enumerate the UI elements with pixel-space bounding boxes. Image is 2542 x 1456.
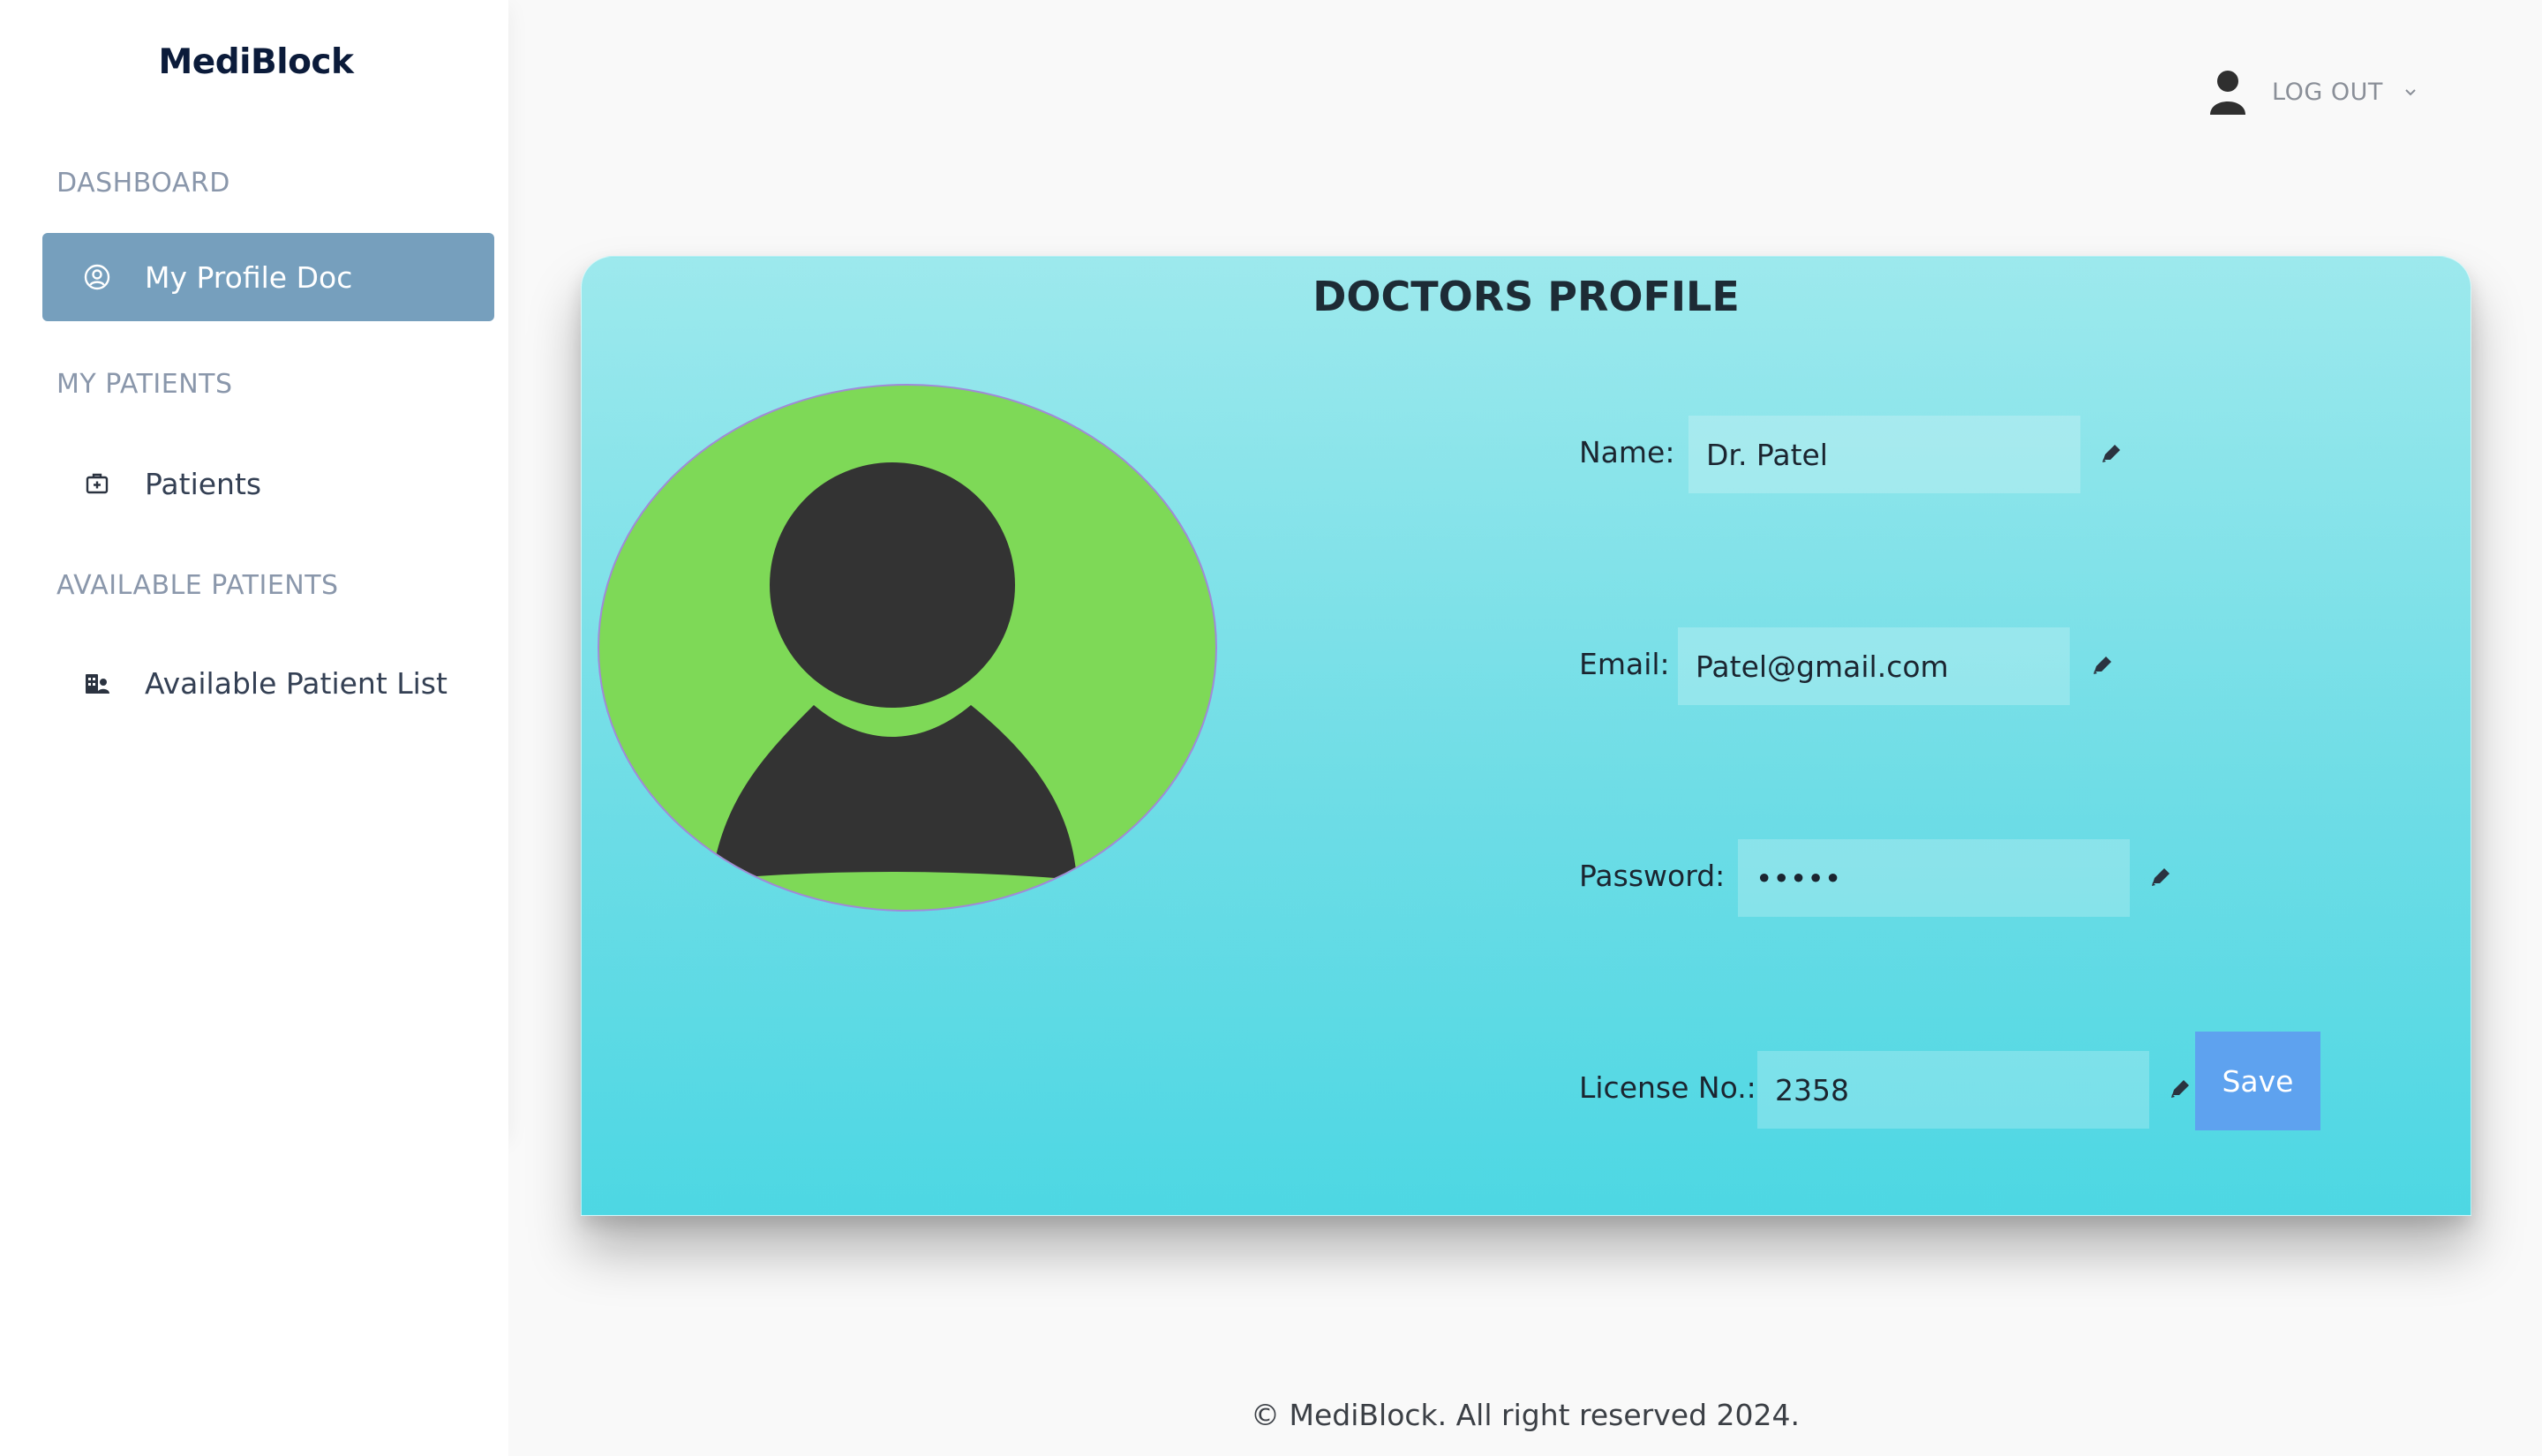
name-label: Name: (1579, 435, 1675, 469)
pencil-icon[interactable] (2149, 866, 2172, 889)
pencil-icon[interactable] (2091, 654, 2114, 677)
sidebar: MediBlock DASHBOARD My Profile Doc MY PA… (0, 0, 508, 1135)
sidebar-item-my-profile[interactable]: My Profile Doc (42, 233, 494, 321)
password-label: Password: (1579, 859, 1726, 893)
password-field[interactable] (1738, 839, 2130, 917)
email-label: Email: (1579, 647, 1670, 681)
user-icon (2207, 69, 2249, 115)
pencil-icon[interactable] (2100, 442, 2123, 465)
sidebar-item-label: Available Patient List (145, 665, 447, 701)
section-label-my-patients: MY PATIENTS (56, 369, 233, 400)
save-button[interactable]: Save (2195, 1032, 2320, 1130)
doctor-profile-card: DOCTORS PROFILE Name: Email: Password: L… (581, 256, 2471, 1216)
sidebar-item-label: My Profile Doc (145, 259, 353, 295)
user-circle-icon (83, 263, 111, 291)
brand-logo[interactable]: MediBlock (0, 42, 512, 82)
page-title: DOCTORS PROFILE (1312, 273, 1740, 320)
sidebar-item-available-patient-list[interactable]: Available Patient List (42, 639, 494, 727)
medical-briefcase-icon (83, 469, 111, 498)
avatar-placeholder-icon (711, 462, 1077, 880)
sidebar-item-patients[interactable]: Patients (42, 439, 494, 528)
avatar (598, 384, 1217, 912)
pencil-icon[interactable] (2169, 1077, 2192, 1100)
license-label: License No.: (1579, 1070, 1756, 1105)
chevron-down-icon[interactable] (2403, 84, 2418, 100)
logout-menu[interactable]: LOG OUT (2207, 67, 2418, 116)
section-label-dashboard: DASHBOARD (56, 168, 230, 199)
sidebar-spacer (0, 1135, 508, 1456)
email-field[interactable] (1678, 627, 2070, 705)
logout-label[interactable]: LOG OUT (2272, 79, 2383, 106)
name-field[interactable] (1688, 416, 2080, 493)
footer-copyright: © MediBlock. All right reserved 2024. (1251, 1398, 1800, 1432)
hospital-user-icon (83, 669, 111, 697)
section-label-available-patients: AVAILABLE PATIENTS (56, 570, 339, 601)
sidebar-item-label: Patients (145, 466, 262, 501)
license-field[interactable] (1757, 1051, 2149, 1129)
